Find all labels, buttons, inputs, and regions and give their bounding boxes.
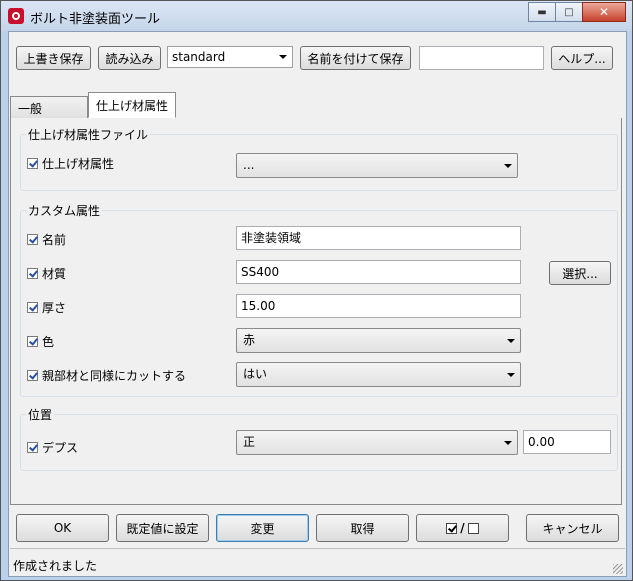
save-as-name-input[interactable] (419, 46, 544, 70)
unchecked-box-icon (467, 522, 479, 534)
chevron-down-icon (507, 373, 515, 377)
depth-mode-combo[interactable]: 正 (236, 430, 518, 455)
select-material-button[interactable]: 選択... (549, 261, 611, 285)
load-button[interactable]: 読み込み (98, 46, 161, 70)
finish-file-checkbox[interactable] (27, 158, 38, 169)
apply-button[interactable]: 変更 (216, 514, 309, 542)
position-group-title: 位置 (26, 406, 55, 423)
tab-finish-attributes[interactable]: 仕上げ材属性 (88, 92, 176, 118)
save-button[interactable]: 上書き保存 (16, 46, 91, 70)
window-controls: ▬ □ ✕ (528, 2, 626, 22)
checked-box-icon (446, 522, 458, 534)
depth-checkbox[interactable] (27, 442, 38, 453)
tab-general[interactable]: 一般 (10, 96, 88, 118)
status-bar: 作成されました (10, 548, 625, 576)
thickness-row: 厚さ (27, 299, 66, 316)
preset-value: standard (172, 50, 226, 64)
thickness-label: 厚さ (42, 301, 67, 315)
material-field[interactable]: SS400 (236, 260, 521, 284)
material-checkbox[interactable] (27, 268, 38, 279)
depth-mode-value: 正 (243, 435, 256, 449)
chevron-down-icon (507, 339, 515, 343)
cut-label: 親部材と同様にカットする (42, 369, 187, 383)
color-label: 色 (42, 335, 55, 349)
slash-icon: / (460, 521, 465, 535)
save-as-button[interactable]: 名前を付けて保存 (300, 46, 411, 70)
status-text: 作成されました (13, 559, 98, 573)
finish-file-group-title: 仕上げ材属性ファイル (26, 126, 151, 143)
cut-combo[interactable]: はい (236, 362, 521, 387)
ok-button[interactable]: OK (16, 514, 109, 542)
thickness-checkbox[interactable] (27, 302, 38, 313)
close-icon[interactable]: ✕ (582, 2, 626, 22)
help-button[interactable]: ヘルプ... (551, 46, 613, 70)
name-checkbox[interactable] (27, 234, 38, 245)
chevron-down-icon (504, 441, 512, 445)
material-label: 材質 (42, 267, 67, 281)
depth-row: デプス (27, 439, 78, 456)
custom-group-title: カスタム属性 (26, 202, 103, 219)
finish-file-value: ... (243, 158, 255, 172)
window-title: ボルト非塗装面ツール (30, 12, 161, 27)
chevron-down-icon (279, 55, 287, 59)
set-default-button[interactable]: 既定値に設定 (116, 514, 209, 542)
material-row: 材質 (27, 265, 66, 282)
name-field[interactable]: 非塗装領域 (236, 226, 521, 250)
thickness-field[interactable]: 15.00 (236, 294, 521, 318)
finish-file-row: 仕上げ材属性 (27, 155, 114, 172)
name-row: 名前 (27, 231, 66, 248)
color-checkbox[interactable] (27, 336, 38, 347)
color-value: 赤 (243, 333, 256, 347)
finish-file-combo[interactable]: ... (236, 153, 518, 178)
toggle-checkboxes-button[interactable]: / (416, 514, 509, 542)
cut-checkbox[interactable] (27, 370, 38, 381)
preset-combo[interactable]: standard (167, 46, 293, 68)
depth-label: デプス (42, 441, 79, 455)
name-label: 名前 (42, 233, 67, 247)
color-row: 色 (27, 333, 54, 350)
chevron-down-icon (504, 164, 512, 168)
app-icon (8, 8, 24, 24)
cancel-button[interactable]: キャンセル (526, 514, 619, 542)
cut-value: はい (243, 367, 268, 381)
color-combo[interactable]: 赤 (236, 328, 521, 353)
resize-grip-icon[interactable] (613, 564, 623, 574)
title-bar[interactable]: ボルト非塗装面ツール ▬ □ ✕ (1, 1, 632, 31)
minimize-icon[interactable]: ▬ (528, 2, 556, 22)
cut-row: 親部材と同様にカットする (27, 367, 186, 384)
get-button[interactable]: 取得 (316, 514, 409, 542)
finish-file-label: 仕上げ材属性 (42, 157, 115, 171)
maximize-icon[interactable]: □ (555, 2, 583, 22)
tool-window: ボルト非塗装面ツール ▬ □ ✕ 上書き保存 読み込み standard 名前を… (0, 0, 633, 581)
tab-panel: 仕上げ材属性ファイル 仕上げ材属性 ... カスタム属性 名前 非塗装領域 材質 (10, 118, 622, 505)
depth-value-field[interactable]: 0.00 (523, 430, 611, 454)
dialog-body: 上書き保存 読み込み standard 名前を付けて保存 ヘルプ... 一般 仕… (8, 31, 627, 577)
